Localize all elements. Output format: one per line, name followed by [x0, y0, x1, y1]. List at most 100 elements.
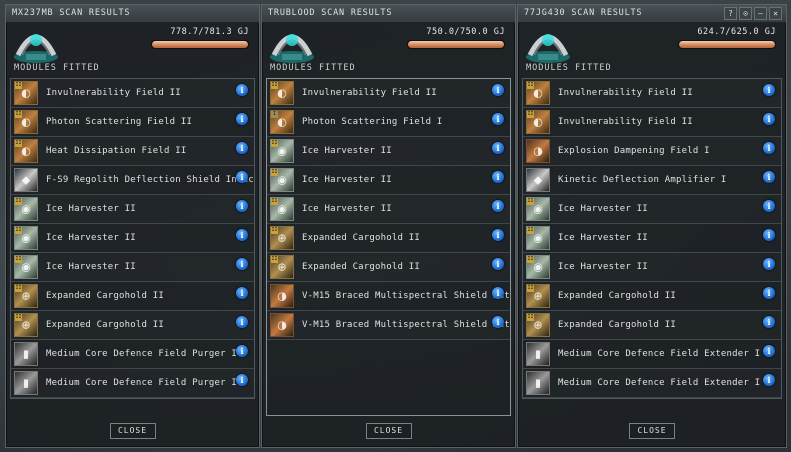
help-icon[interactable]: ? [724, 7, 737, 20]
module-row[interactable]: ◉ II Ice Harvester II i [523, 253, 781, 282]
info-icon[interactable]: i [763, 142, 775, 154]
ice-harvester-icon: ◉ II [14, 226, 38, 250]
module-label: Medium Core Defence Field Extender I [558, 378, 761, 388]
info-icon[interactable]: i [236, 171, 248, 183]
cargohold-icon: ⊕ II [14, 284, 38, 308]
module-row[interactable]: ◉ II Ice Harvester II i [267, 166, 510, 195]
tech-level-badge: II [15, 82, 22, 89]
close-icon[interactable]: × [769, 7, 782, 20]
window-title: MX237MB SCAN RESULTS [12, 8, 131, 18]
module-row[interactable]: ▮ Medium Core Defence Field Purger Ii [11, 369, 254, 398]
module-row[interactable]: ◆ Kinetic Deflection Amplifier I i [523, 166, 781, 195]
module-label: Kinetic Deflection Amplifier I [558, 175, 727, 185]
module-row[interactable]: ▮ Medium Core Defence Field Purger Ii [11, 340, 254, 369]
module-label: Expanded Cargohold II [46, 320, 164, 330]
info-icon[interactable]: i [492, 229, 504, 241]
info-icon[interactable]: i [492, 258, 504, 270]
module-row[interactable]: ⊕ II Expanded Cargohold II i [11, 311, 254, 340]
info-icon[interactable]: i [492, 287, 504, 299]
info-icon[interactable]: i [236, 374, 248, 386]
minimize-icon[interactable]: – [754, 7, 767, 20]
module-row[interactable]: ◐ II Invulnerability Field II i [523, 79, 781, 108]
module-glyph: ▮ [22, 347, 30, 361]
module-row[interactable]: ◉ II Ice Harvester II i [523, 195, 781, 224]
module-row[interactable]: ◆ F-S9 Regolith Deflection Shield Inducti… [11, 166, 254, 195]
module-row[interactable]: ◉ II Ice Harvester II i [267, 137, 510, 166]
close-button[interactable]: CLOSE [109, 423, 156, 439]
info-icon[interactable]: i [236, 84, 248, 96]
info-icon[interactable]: i [763, 345, 775, 357]
module-row[interactable]: ▮ Medium Core Defence Field Extender Ii [523, 340, 781, 369]
module-row[interactable]: ◐ II Invulnerability Field II i [523, 108, 781, 137]
info-icon[interactable]: i [236, 229, 248, 241]
capacitor-bar [678, 40, 776, 49]
info-icon[interactable]: i [236, 142, 248, 154]
module-glyph: ◉ [277, 144, 287, 158]
info-icon[interactable]: i [763, 229, 775, 241]
settings-icon[interactable]: ⊙ [739, 7, 752, 20]
module-row[interactable]: ◐ II Invulnerability Field II i [11, 79, 254, 108]
module-glyph: ◉ [533, 231, 543, 245]
info-icon[interactable]: i [763, 84, 775, 96]
info-icon[interactable]: i [763, 258, 775, 270]
info-icon[interactable]: i [763, 374, 775, 386]
capacitor-bar [407, 40, 505, 49]
info-icon[interactable]: i [236, 345, 248, 357]
module-row[interactable]: ⊕ II Expanded Cargohold II i [267, 224, 510, 253]
module-list: ◐ II Invulnerability Field II i ◐ I Photon Sca… [266, 78, 511, 416]
module-glyph: ◉ [533, 202, 543, 216]
module-label: Ice Harvester II [46, 204, 136, 214]
tech-level-badge: II [271, 82, 278, 89]
module-row[interactable]: ◉ II Ice Harvester II i [523, 224, 781, 253]
info-icon[interactable]: i [236, 200, 248, 212]
ice-harvester-icon: ◉ II [270, 139, 294, 163]
scan-results-window[interactable]: 77JG430 SCAN RESULTS ? ⊙ – × 624.7/625.0… [517, 4, 787, 448]
tech-level-badge: II [15, 198, 22, 205]
module-row[interactable]: ▮ Medium Core Defence Field Extender Ii [523, 369, 781, 398]
info-icon[interactable]: i [492, 113, 504, 125]
module-row[interactable]: ⊕ II Expanded Cargohold II i [523, 311, 781, 340]
module-row[interactable]: ⊕ II Expanded Cargohold II i [523, 282, 781, 311]
module-row[interactable]: ⊕ II Expanded Cargohold II i [267, 253, 510, 282]
tech-level-badge: II [527, 82, 534, 89]
info-icon[interactable]: i [763, 171, 775, 183]
info-icon[interactable]: i [492, 316, 504, 328]
module-row[interactable]: ◐ II Photon Scattering Field II i [11, 108, 254, 137]
module-row[interactable]: ◐ II Heat Dissipation Field II i [11, 137, 254, 166]
info-icon[interactable]: i [763, 200, 775, 212]
info-icon[interactable]: i [236, 258, 248, 270]
module-glyph: ⊕ [533, 318, 543, 332]
module-row[interactable]: ◐ II Invulnerability Field II i [267, 79, 510, 108]
scan-results-window[interactable]: MX237MB SCAN RESULTS 778.7/781.3 GJ MODU… [5, 4, 260, 448]
module-row[interactable]: ◐ I Photon Scattering Field I i [267, 108, 510, 137]
window-titlebar[interactable]: MX237MB SCAN RESULTS [6, 5, 259, 23]
info-icon[interactable]: i [236, 316, 248, 328]
info-icon[interactable]: i [492, 142, 504, 154]
window-title: 77JG430 SCAN RESULTS [524, 8, 643, 18]
module-row[interactable]: ◉ II Ice Harvester II i [11, 253, 254, 282]
info-icon[interactable]: i [236, 287, 248, 299]
module-row[interactable]: ◑ Explosion Dampening Field I i [523, 137, 781, 166]
tech-level-badge: I [271, 111, 278, 118]
info-icon[interactable]: i [763, 316, 775, 328]
scan-results-window[interactable]: TRUBLOOD SCAN RESULTS 750.0/750.0 GJ MOD… [261, 4, 516, 448]
module-row[interactable]: ◉ II Ice Harvester II i [11, 224, 254, 253]
window-titlebar[interactable]: TRUBLOOD SCAN RESULTS [262, 5, 515, 23]
close-button[interactable]: CLOSE [629, 423, 675, 439]
capacitor-fill [408, 41, 504, 48]
info-icon[interactable]: i [492, 84, 504, 96]
module-row[interactable]: ◑ V-M15 Braced Multispectral Shield Matri… [267, 311, 510, 340]
close-button[interactable]: CLOSE [365, 423, 412, 439]
info-icon[interactable]: i [763, 113, 775, 125]
module-row[interactable]: ⊕ II Expanded Cargohold II i [11, 282, 254, 311]
info-icon[interactable]: i [492, 171, 504, 183]
window-title: TRUBLOOD SCAN RESULTS [268, 8, 393, 18]
info-icon[interactable]: i [236, 113, 248, 125]
module-row[interactable]: ◉ II Ice Harvester II i [11, 195, 254, 224]
module-row[interactable]: ◑ V-M15 Braced Multispectral Shield Matri… [267, 282, 510, 311]
module-row[interactable]: ◉ II Ice Harvester II i [267, 195, 510, 224]
info-icon[interactable]: i [763, 287, 775, 299]
window-titlebar[interactable]: 77JG430 SCAN RESULTS ? ⊙ – × [518, 5, 786, 23]
info-icon[interactable]: i [492, 200, 504, 212]
module-label: Expanded Cargohold II [558, 291, 676, 301]
